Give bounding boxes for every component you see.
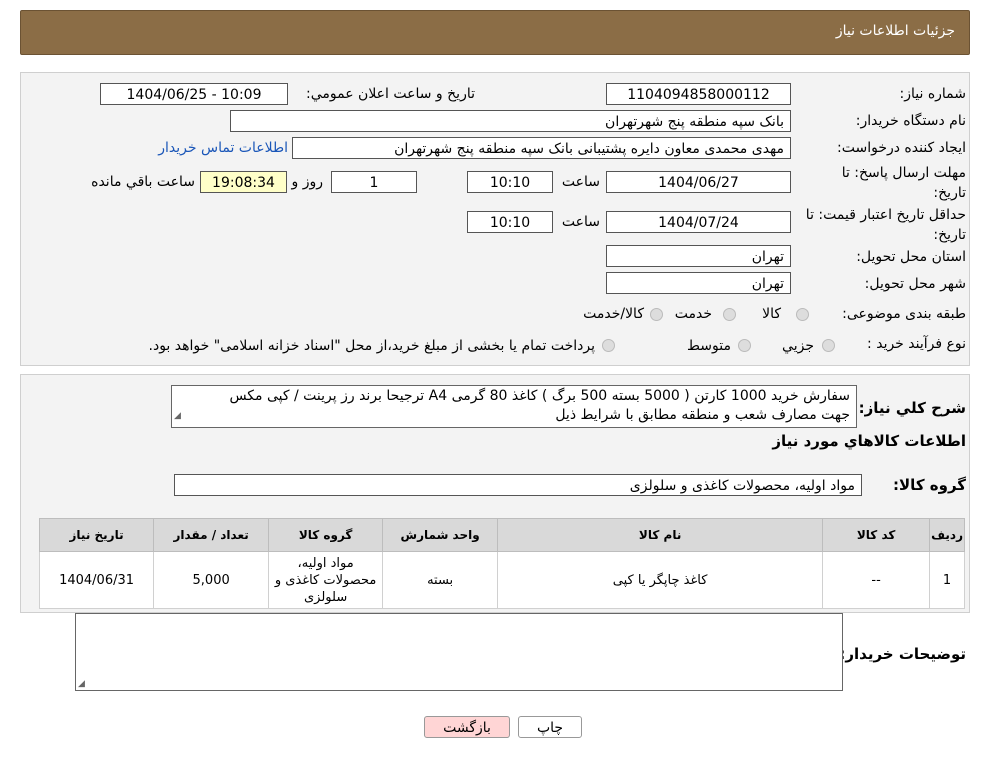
cell-unit: بسته [382,551,499,609]
back-button[interactable]: بازگشت [424,716,510,738]
category-radio-service[interactable] [723,308,736,321]
goods-section-title: اطلاعات کالاهاي مورد نياز [772,432,966,450]
col-row: رديف [929,518,965,552]
deadline-time-label: ساعت [561,174,600,190]
process-radio-medium[interactable] [738,339,751,352]
requester-label: ايجاد کننده درخواست: [837,140,966,156]
process-radio-treasury[interactable] [602,339,615,352]
validity-time-field[interactable]: 10:10 [467,211,553,233]
buyer-notes-textarea[interactable]: ◢ [75,613,843,691]
city-field[interactable]: تهران [606,272,791,294]
goods-group-label: گروه کالا: [893,476,966,494]
process-option-medium: متوسط [687,338,731,354]
need-number-field[interactable]: 1104094858000112 [606,83,791,105]
col-unit: واحد شمارش [382,518,499,552]
buyer-notes-label: توضيحات خريدار: [839,645,966,663]
deadline-label-line2: تاریخ: [933,185,966,201]
cell-date: 1404/06/31 [38,551,155,609]
col-date: تاريخ نياز [38,518,155,552]
table-row: 1 -- کاغذ چاپگر یا کپی بسته مواد اولیه، … [38,551,965,609]
col-qty: تعداد / مقدار [153,518,270,552]
category-option-goods-service: کالا/خدمت [583,306,644,322]
validity-date-field[interactable]: 1404/07/24 [606,211,791,233]
buyer-org-label: نام دستگاه خريدار: [855,113,966,129]
goods-table: رديف کد کالا نام کالا واحد شمارش گروه کا… [38,518,965,609]
cell-qty: 5,000 [153,551,270,609]
resize-grip-icon[interactable]: ◢ [78,679,85,689]
page-header: جزئیات اطلاعات نیاز [20,10,970,55]
deadline-label-line1: مهلت ارسال پاسخ: تا [841,165,966,181]
validity-label-line1: حداقل تاريخ اعتبار قيمت: تا [805,207,966,223]
deadline-date-field[interactable]: 1404/06/27 [606,171,791,193]
goods-table-header: رديف کد کالا نام کالا واحد شمارش گروه کا… [38,518,965,552]
requester-field[interactable]: مهدی محمدی معاون دایره پشتیبانی بانک سپه… [292,137,791,159]
days-label: روز و [291,174,324,190]
announce-label: تاريخ و ساعت اعلان عمومي: [306,86,475,102]
deadline-label: مهلت ارسال پاسخ: تا تاریخ: [842,163,966,203]
category-label: طبقه بندی موضوعی: [842,306,966,322]
validity-label: حداقل تاريخ اعتبار قيمت: تا تاريخ: [806,205,966,245]
city-label: شهر محل تحويل: [864,276,966,292]
goods-group-field[interactable]: مواد اولیه، محصولات کاغذی و سلولزی [174,474,862,496]
description-line1: سفارش خرید 1000 کارتن ( 5000 بسته 500 بر… [229,388,850,404]
deadline-time-field[interactable]: 10:10 [467,171,553,193]
remaining-label: ساعت باقي مانده [91,174,195,190]
process-label: نوع فرآيند خريد : [867,336,966,352]
announce-field[interactable]: 1404/06/25 - 10:09 [100,83,288,105]
province-label: استان محل تحويل: [856,249,966,265]
category-radio-goods-service[interactable] [650,308,663,321]
contact-buyer-link[interactable]: اطلاعات تماس خريدار [158,140,288,156]
process-option-minor: جزيي [782,338,814,354]
remaining-time-field: 19:08:34 [200,171,287,193]
validity-time-label: ساعت [561,214,600,230]
print-button[interactable]: چاپ [518,716,582,738]
category-option-service: خدمت [674,306,712,322]
col-name: نام کالا [497,518,824,552]
cell-group: مواد اولیه، محصولات کاغذی و سلولزی [268,551,384,609]
description-textarea[interactable]: سفارش خرید 1000 کارتن ( 5000 بسته 500 بر… [171,385,857,428]
page-title: جزئیات اطلاعات نیاز [835,23,955,39]
col-code: کد کالا [822,518,931,552]
cell-code: -- [822,551,931,609]
validity-label-line2: تاريخ: [933,227,966,243]
need-number-label: شماره نیاز: [899,86,967,102]
cell-name: کاغذ چاپگر یا کپی [497,551,824,609]
description-line2: جهت مصارف شعب و منطقه مطابق با شرایط ذیل [555,407,850,423]
col-group: گروه کالا [268,518,384,552]
days-field[interactable]: 1 [331,171,417,193]
category-option-goods: کالا [762,306,781,322]
process-note: پرداخت تمام یا بخشی از مبلغ خرید،از محل … [148,338,595,354]
process-radio-minor[interactable] [822,339,835,352]
description-label: شرح کلي نياز: [858,399,966,417]
resize-grip-icon[interactable]: ◢ [174,407,181,426]
cell-row: 1 [929,551,965,609]
buyer-org-field[interactable]: بانک سپه منطقه پنج شهرتهران [230,110,791,132]
province-field[interactable]: تهران [606,245,791,267]
category-radio-goods[interactable] [796,308,809,321]
